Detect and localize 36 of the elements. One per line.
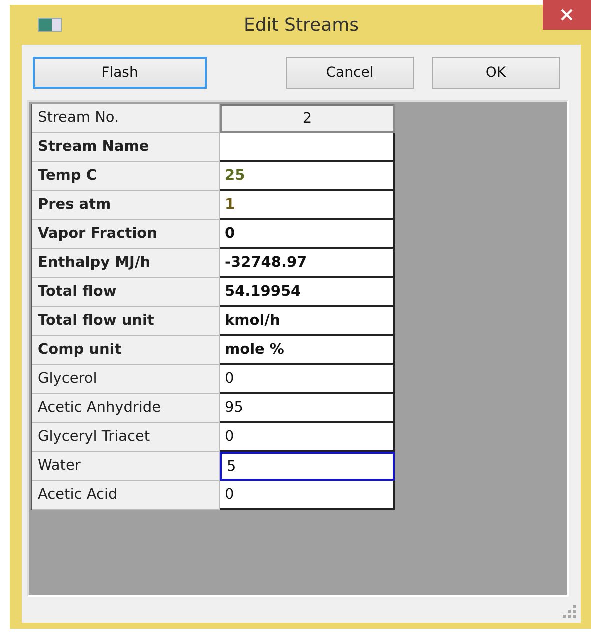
- dialog-button[interactable]: OK: [432, 57, 560, 89]
- value-cell[interactable]: [220, 133, 395, 162]
- value-cell[interactable]: kmol/h: [220, 307, 395, 336]
- row-label: Glyceryl Triacet: [32, 423, 220, 452]
- row-label: Total flow: [32, 278, 220, 307]
- close-button[interactable]: [543, 0, 591, 30]
- value-cell[interactable]: 0: [220, 481, 395, 510]
- value-cell[interactable]: -32748.97: [220, 249, 395, 278]
- value-cell[interactable]: 25: [220, 162, 395, 191]
- value-cell[interactable]: 0: [220, 365, 395, 394]
- row-label: Acetic Anhydride: [32, 394, 220, 423]
- row-label: Temp C: [32, 162, 220, 191]
- value-cell[interactable]: 54.19954: [220, 278, 395, 307]
- value-cell[interactable]: 1: [220, 191, 395, 220]
- value-cell[interactable]: mole %: [220, 336, 395, 365]
- row-label: Water: [32, 452, 220, 481]
- row-label: Glycerol: [32, 365, 220, 394]
- row-label: Vapor Fraction: [32, 220, 220, 249]
- row-label: Stream No.: [32, 104, 220, 133]
- row-label: Comp unit: [32, 336, 220, 365]
- row-label: Pres atm: [32, 191, 220, 220]
- column-header: 2: [220, 104, 395, 133]
- value-cell[interactable]: 0: [220, 423, 395, 452]
- value-cell[interactable]: 95: [220, 394, 395, 423]
- close-icon: [560, 8, 574, 22]
- value-cell[interactable]: 5: [220, 452, 395, 481]
- window-icon: [38, 18, 62, 32]
- row-label: Stream Name: [32, 133, 220, 162]
- resize-grip-icon[interactable]: [563, 605, 577, 619]
- window-title: Edit Streams: [242, 14, 360, 36]
- value-cell[interactable]: 0: [220, 220, 395, 249]
- dialog-button[interactable]: Cancel: [286, 57, 414, 89]
- row-label: Enthalpy MJ/h: [32, 249, 220, 278]
- row-label: Acetic Acid: [32, 481, 220, 510]
- row-label: Total flow unit: [32, 307, 220, 336]
- dialog-button[interactable]: Flash: [33, 57, 207, 89]
